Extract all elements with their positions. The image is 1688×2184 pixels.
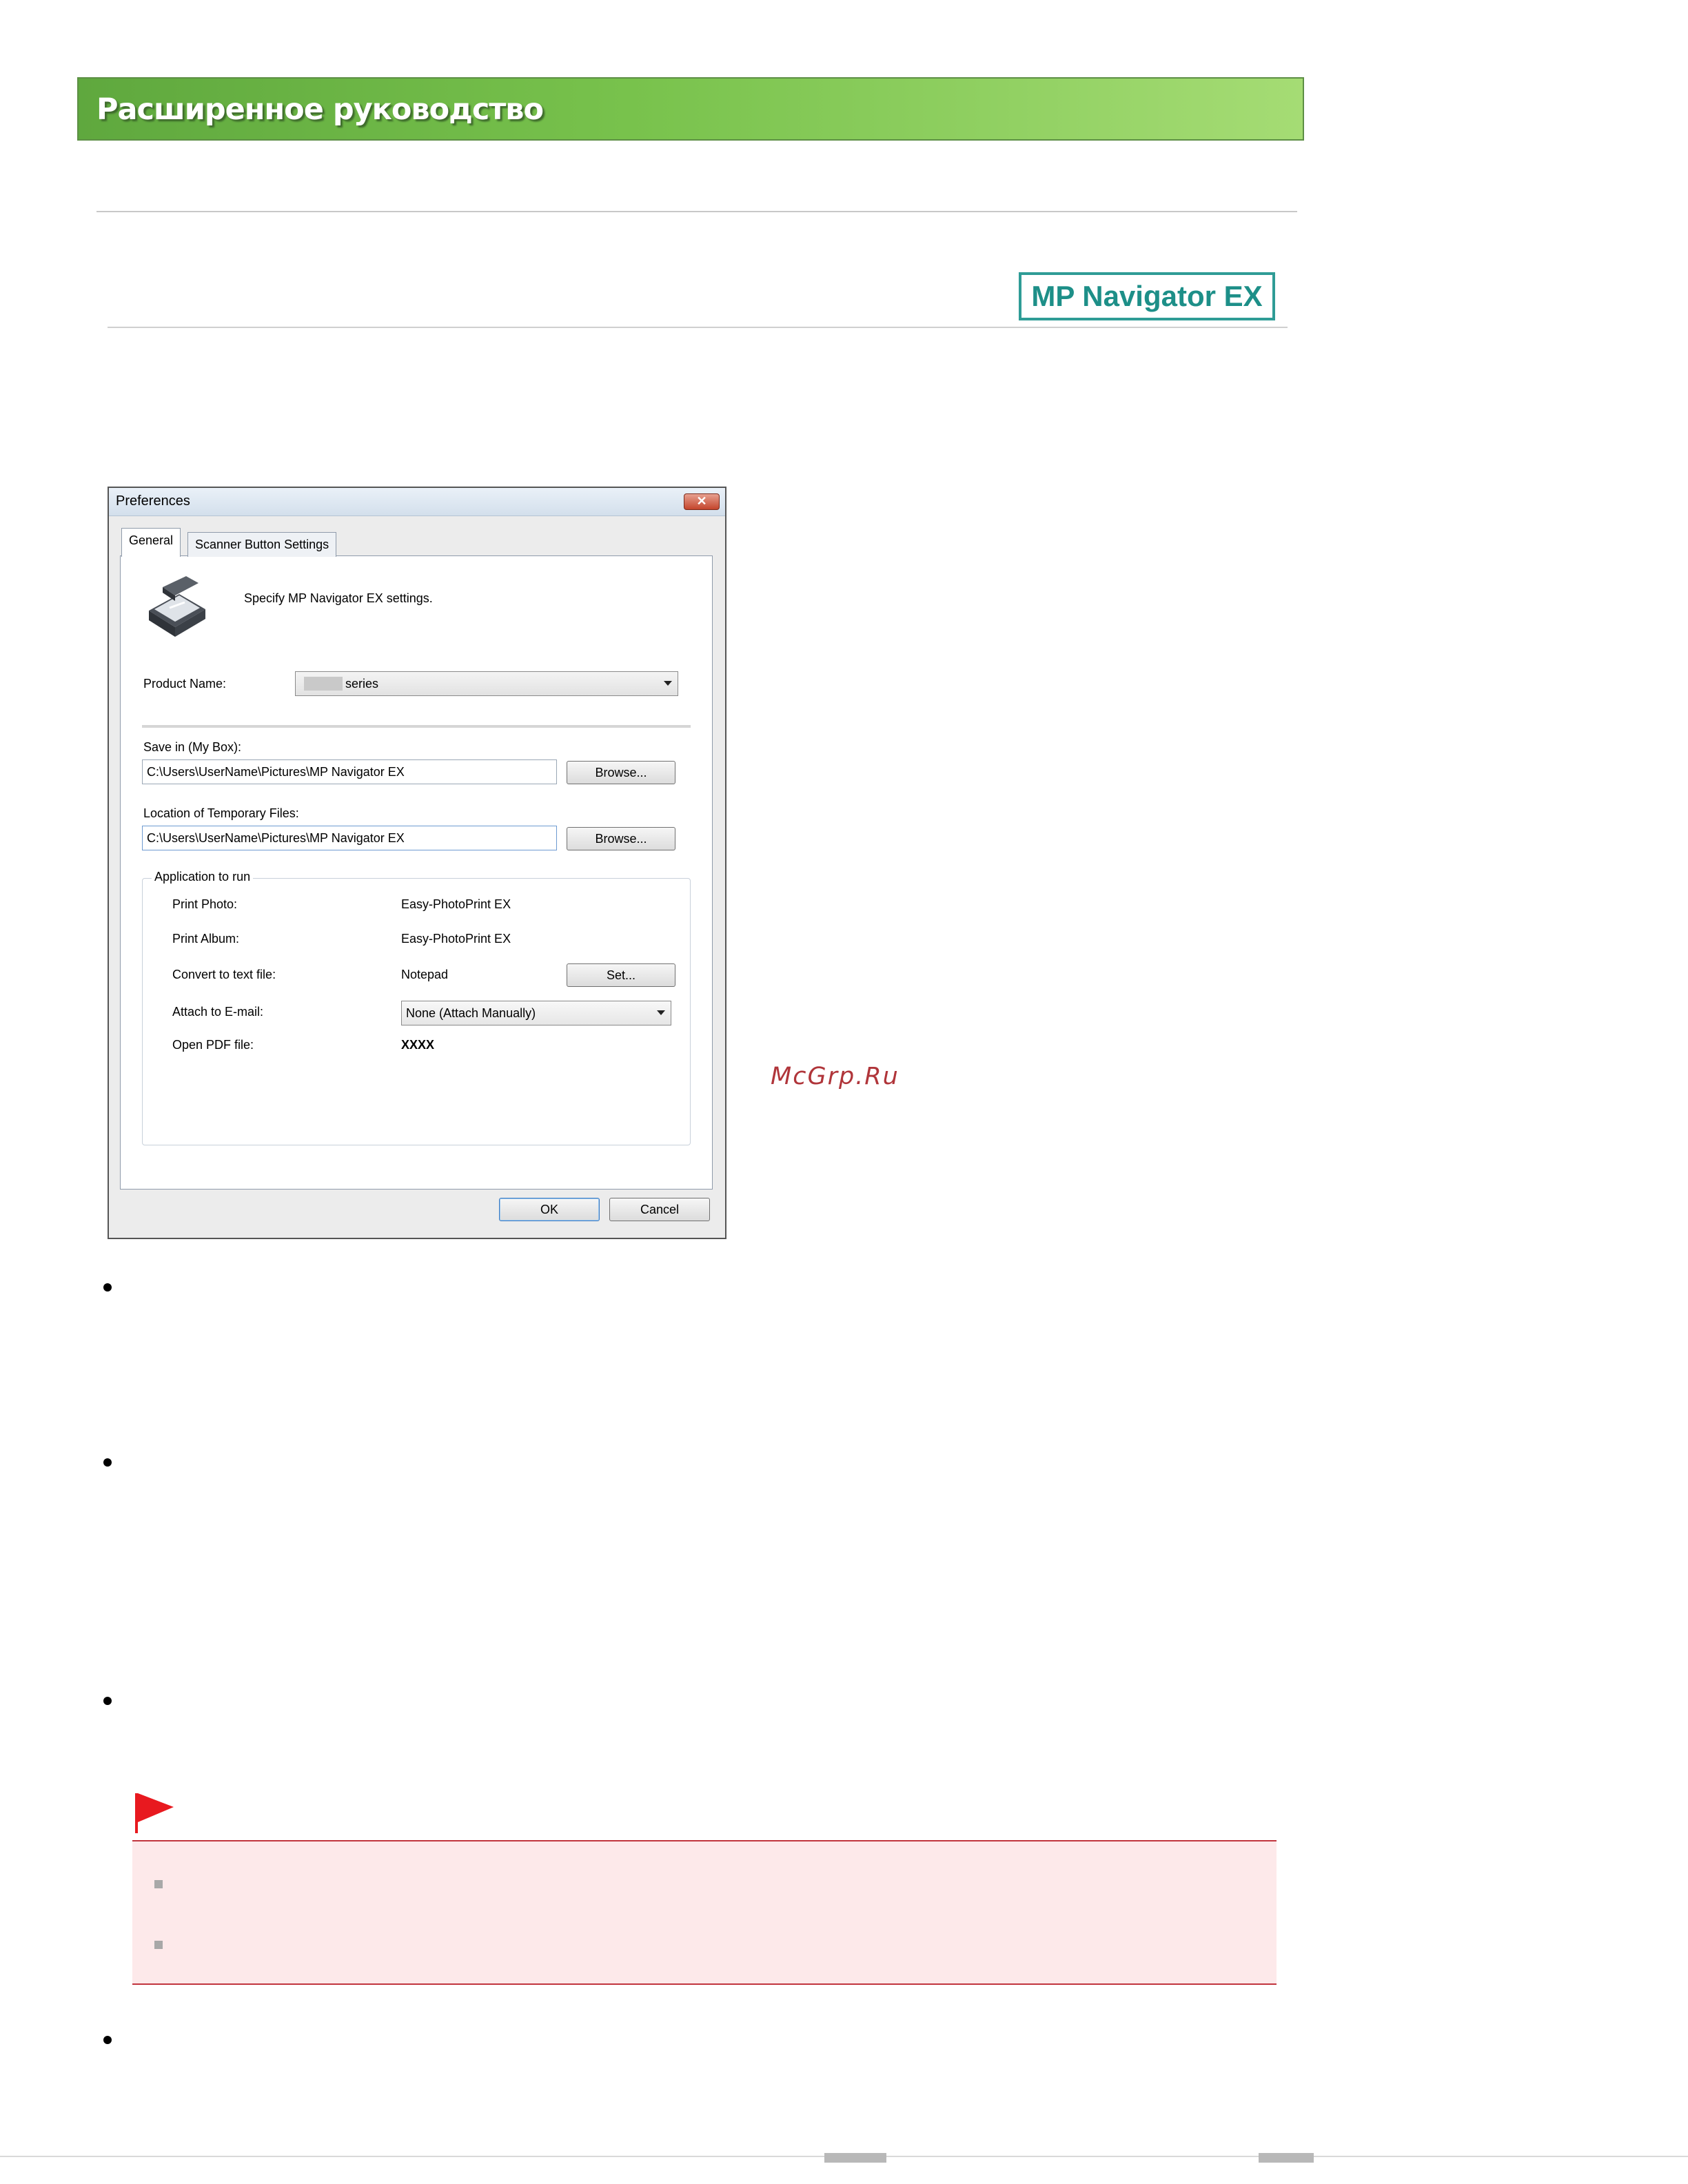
application-group-label: Application to run — [152, 870, 254, 884]
dialog-intro: Specify MP Navigator EX settings. — [244, 591, 433, 605]
separator — [142, 725, 691, 728]
product-name-select[interactable]: series — [295, 671, 678, 696]
product-name-label: Product Name: — [143, 677, 227, 691]
dialog-title: Preferences — [116, 493, 190, 509]
close-icon: ✕ — [696, 494, 707, 508]
bullet — [103, 1697, 112, 1705]
product-logo: MP Navigator EX — [1019, 272, 1275, 320]
browse-save-button[interactable]: Browse... — [567, 761, 675, 784]
flag-icon — [135, 1793, 174, 1833]
divider-top — [96, 211, 1297, 212]
set-button[interactable]: Set... — [567, 963, 675, 987]
tab-scanner-button-settings[interactable]: Scanner Button Settings — [187, 532, 337, 557]
attach-email-select[interactable]: None (Attach Manually) — [401, 1001, 671, 1025]
convert-text-label: Convert to text file: — [172, 968, 276, 981]
bullet — [103, 2036, 112, 2044]
scanner-icon — [149, 576, 205, 637]
bullet — [103, 1458, 112, 1467]
ok-button[interactable]: OK — [499, 1198, 600, 1221]
note-bullet — [154, 1880, 163, 1888]
bullet — [103, 1283, 112, 1292]
page-title: Расширенное руководство — [96, 92, 544, 127]
product-model-redaction — [304, 677, 343, 691]
important-note — [132, 1840, 1277, 1985]
product-name-value: series — [345, 677, 379, 691]
cancel-button[interactable]: Cancel — [609, 1198, 710, 1221]
dialog-titlebar — [109, 488, 725, 516]
open-pdf-label: Open PDF file: — [172, 1038, 254, 1052]
chevron-down-icon — [664, 681, 672, 686]
note-bullet — [154, 1941, 163, 1949]
print-photo-label: Print Photo: — [172, 897, 238, 911]
save-in-label: Save in (My Box): — [143, 740, 242, 754]
tab-general[interactable]: General — [121, 528, 181, 557]
attach-email-label: Attach to E-mail: — [172, 1005, 264, 1019]
preferences-dialog: Preferences ✕ General Scanner Button Set… — [108, 487, 726, 1239]
open-pdf-value: XXXX — [401, 1038, 435, 1052]
close-button[interactable]: ✕ — [684, 493, 720, 510]
attach-email-value: None (Attach Manually) — [406, 1006, 536, 1020]
footer-mark — [824, 2153, 886, 2163]
browse-temp-button[interactable]: Browse... — [567, 827, 675, 850]
print-album-label: Print Album: — [172, 932, 240, 946]
print-photo-value: Easy-PhotoPrint EX — [401, 897, 511, 911]
footer-mark — [1259, 2153, 1314, 2163]
print-album-value: Easy-PhotoPrint EX — [401, 932, 511, 946]
temp-files-label: Location of Temporary Files: — [143, 806, 299, 820]
divider-logo — [108, 327, 1288, 328]
watermark: McGrp.Ru — [771, 1063, 899, 1090]
save-in-input[interactable]: C:\Users\UserName\Pictures\MP Navigator … — [142, 759, 557, 784]
convert-text-value: Notepad — [401, 968, 449, 981]
temp-files-input[interactable]: C:\Users\UserName\Pictures\MP Navigator … — [142, 826, 557, 850]
chevron-down-icon — [657, 1010, 665, 1015]
